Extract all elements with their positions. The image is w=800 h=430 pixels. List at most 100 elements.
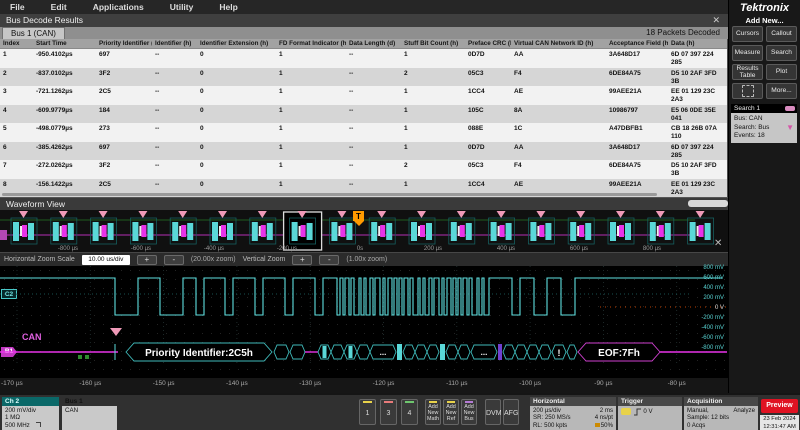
table-cell: 697 [96, 142, 152, 161]
menu-item-edit[interactable]: Edit [51, 2, 67, 12]
v-zoom-minus-button[interactable]: - [319, 255, 339, 265]
tab-bus1-can[interactable]: Bus 1 (CAN) [2, 27, 65, 39]
panel-drag-handle[interactable] [688, 200, 728, 207]
search-mark-triangle-icon [497, 211, 506, 218]
table-row[interactable]: 5-498.0779µs273--01--1088E1CA47DBFB1CB 1… [0, 123, 727, 142]
table-cell: 8A [511, 105, 606, 124]
search-button[interactable]: Search [766, 45, 797, 61]
waveform-plot[interactable]: C2 B1 CAN Priority Identifier:2C5h......… [0, 266, 728, 378]
table-row[interactable]: 4-609.9779µs184--01--1105C8A10986797E5 0… [0, 105, 727, 124]
measure-button[interactable]: Measure [732, 45, 763, 61]
close-icon[interactable]: ✕ [712, 14, 720, 27]
table-cell: -- [152, 160, 197, 179]
packet-block [690, 222, 696, 241]
table-cell: 1 [401, 86, 465, 105]
table-cell: AE [511, 86, 606, 105]
packet-block [62, 225, 67, 237]
channel-2-status-badge[interactable]: Ch 2 200 mV/div 1 MΩ 500 MHz [2, 397, 59, 430]
table-row[interactable]: 6-385.4262µs697--01--10D7DAA3A648D176D 0… [0, 142, 727, 161]
table-horizontal-scrollbar[interactable] [2, 193, 657, 196]
h-zoom-scale-input[interactable]: 10.00 us/div [82, 255, 130, 265]
packet-block [617, 226, 619, 236]
horizontal-value: RL: 500 kpts [533, 422, 567, 429]
search-mark-triangle-icon [99, 211, 108, 218]
column-header: Data (h) [668, 39, 726, 48]
h-zoom-minus-button[interactable]: - [164, 255, 184, 265]
channel-1-button[interactable]: 1 [359, 399, 376, 425]
decode-frame-segment [427, 345, 439, 359]
search-mark-triangle-icon [178, 211, 187, 218]
table-cell: -272.0262µs [33, 160, 96, 179]
search-1-panel[interactable]: Search 1 ▼ Bus: CANSearch: BusEvents: 18 [731, 104, 797, 143]
table-cell: 0 [197, 68, 276, 87]
plot-button[interactable]: Plot [766, 64, 797, 80]
bus-1-status-badge[interactable]: Bus 1 CAN [62, 397, 117, 430]
packet-block [570, 222, 576, 241]
bus-event-mark [78, 355, 82, 359]
menu-item-file[interactable]: File [10, 2, 25, 12]
search-marker-triangle-icon: ▼ [786, 123, 794, 132]
packet-block [378, 226, 380, 236]
table-cell: 0 [197, 142, 276, 161]
more-button[interactable]: More... [766, 83, 797, 99]
dvm-button[interactable]: DVM [485, 399, 501, 425]
sidebar-button-grid: CursorsCalloutMeasureSearchResults Table… [732, 26, 798, 99]
table-row[interactable]: 3-721.1262µs2C5--01--11CC4AE99AEE21AEE 0… [0, 86, 727, 105]
acquisition-panel[interactable]: Acquisition Manual,Analyze Sample: 12 bi… [684, 397, 758, 430]
column-header: Data Length (d) [346, 39, 401, 48]
table-cell: 6D 07 397 224 285 39A 00C 19 D9 63 [668, 142, 726, 161]
decode-eof-label: EOF:7Fh [598, 348, 640, 359]
oscilloscope-screen: FileEditApplicationsUtilityHelp Bus Deco… [0, 0, 800, 430]
time-label: 12:31:47 AM [760, 423, 799, 430]
waveform-overview[interactable]: T-800 µs-600 µs-400 µs-200 µs0s200 µs400… [0, 210, 728, 252]
channel-4-button[interactable]: 4 [401, 399, 418, 425]
table-cell: D5 10 2AF 3FD 3B 3DA 3C7 0E A1 43 [668, 160, 726, 179]
table-cell: 0 [197, 123, 276, 142]
h-zoom-plus-button[interactable]: + [137, 255, 157, 265]
overview-svg: T-800 µs-600 µs-400 µs-200 µs0s200 µs400… [0, 210, 728, 252]
acq-mode: Manual, [687, 407, 709, 414]
decode-frame-segment [274, 345, 289, 359]
decode-frame-segment [539, 345, 551, 359]
menu-item-utility[interactable]: Utility [170, 2, 194, 12]
zoom-select-button[interactable] [732, 83, 763, 99]
channel-color-bar [405, 401, 414, 403]
packet-block [187, 223, 193, 240]
table-row[interactable]: 2-837.0102µs3F2--01--205C3F46DE84A75D5 1… [0, 68, 727, 87]
menu-item-applications[interactable]: Applications [93, 2, 144, 12]
packet-block [132, 222, 138, 241]
voltage-label: 800 mV [692, 265, 724, 272]
channel-3-button[interactable]: 3 [380, 399, 397, 425]
column-header: Index [0, 39, 33, 48]
packet-block [301, 225, 306, 237]
packet-block [259, 226, 261, 236]
plot-time-axis: -170 µs-160 µs-150 µs-140 µs-130 µs-120 … [0, 378, 728, 393]
table-row[interactable]: 1-950.4102µs697--01--10D7DAA3A648D176D 0… [0, 49, 727, 68]
cursors-button[interactable]: Cursors [732, 26, 763, 42]
table-cell: -- [346, 160, 401, 179]
packet-block [68, 223, 74, 240]
callout-button[interactable]: Callout [766, 26, 797, 42]
preview-button[interactable]: Preview [761, 399, 798, 413]
v-zoom-plus-button[interactable]: + [292, 255, 312, 265]
add-new-ref-button[interactable]: Add New Ref [443, 399, 459, 425]
packet-block [705, 223, 711, 240]
menu-item-help[interactable]: Help [219, 2, 237, 12]
afg-button[interactable]: AFG [503, 399, 519, 425]
horizontal-panel[interactable]: Horizontal 200 µs/div2 msSR: 250 MS/s4 n… [530, 397, 616, 430]
table-cell: 2 [401, 160, 465, 179]
horizontal-panel-body: 200 µs/div2 msSR: 250 MS/s4 ns/ptRL: 500… [530, 406, 616, 430]
add-new-bus-button[interactable]: Add New Bus [461, 399, 477, 425]
packet-block [307, 223, 313, 240]
table-cell: EE 01 129 23C 2A3 057 20C 17 [668, 86, 726, 105]
packet-block [625, 223, 631, 240]
add-new-math-button[interactable]: Add New Math [425, 399, 441, 425]
voltage-label: 0 V [692, 305, 724, 312]
table-row[interactable]: 7-272.0262µs3F2--01--205C3F46DE84A75D5 1… [0, 160, 727, 179]
table-cell: 2 [0, 68, 33, 87]
packet-block [219, 226, 221, 236]
results-table-button[interactable]: Results Table [732, 64, 763, 80]
decode-frame-segment [458, 345, 470, 359]
trigger-panel[interactable]: Trigger 0 V [618, 397, 682, 430]
overview-close-icon[interactable]: ✕ [714, 238, 722, 250]
